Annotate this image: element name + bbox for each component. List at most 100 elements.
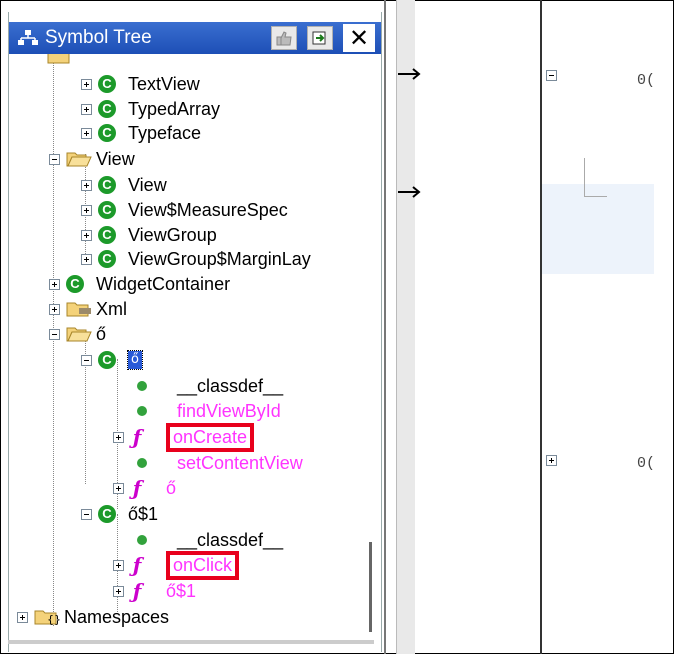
expand-icon[interactable] — [113, 585, 124, 597]
code-gutter-line — [540, 0, 542, 654]
tree-node-selected[interactable]: C ő — [81, 348, 143, 372]
collapse-icon[interactable] — [49, 153, 60, 165]
tree-node[interactable]: C ViewGroup$MarginLay — [81, 247, 311, 271]
code-text: 0( — [637, 72, 656, 89]
node-label: View — [96, 148, 135, 169]
node-label: Namespaces — [64, 606, 170, 627]
folder-open-icon — [66, 152, 92, 167]
node-label: View — [128, 174, 167, 195]
class-icon: C — [66, 275, 84, 293]
tree-node[interactable]: findViewById — [133, 399, 281, 423]
expand-icon[interactable] — [81, 127, 92, 139]
tree-node[interactable]: Xml — [49, 297, 127, 321]
symbol-tree-panel: Symbol Tree ✕ C TextView C TypedArray C … — [8, 12, 382, 652]
class-icon: C — [98, 250, 116, 268]
fold-bracket — [584, 158, 607, 197]
node-label: ViewGroup — [128, 224, 217, 245]
sync-button[interactable] — [271, 26, 297, 50]
line-highlight — [542, 184, 654, 274]
node-label: WidgetContainer — [96, 273, 231, 294]
tree-node[interactable]: C WidgetContainer — [49, 272, 230, 296]
node-label: __classdef__ — [177, 529, 284, 550]
thumbs-up-icon — [276, 31, 292, 46]
node-label: TypedArray — [128, 98, 221, 119]
tree-node[interactable]: ƒ onCreate — [113, 422, 255, 452]
symbol-tree-icon — [18, 30, 38, 45]
class-icon: C — [98, 226, 116, 244]
node-label: ő — [166, 477, 177, 498]
tree-node[interactable]: ƒ onClick — [113, 550, 240, 580]
field-icon — [137, 458, 147, 468]
folder-open-icon — [66, 327, 92, 342]
tree-node[interactable]: C View — [81, 173, 167, 197]
tree-node[interactable]: View — [49, 147, 135, 171]
namespace-folder-icon: {} — [34, 610, 60, 626]
class-icon: C — [98, 100, 116, 118]
splitter[interactable] — [396, 0, 415, 654]
tree-node[interactable]: ƒ ő$1 — [113, 579, 196, 603]
code-text: 0( — [637, 455, 656, 472]
class-icon: C — [98, 75, 116, 93]
node-label: Xml — [96, 298, 127, 319]
node-label: ő$1 — [128, 503, 159, 524]
symbol-tree[interactable]: C TextView C TypedArray C Typeface View … — [9, 54, 369, 652]
node-label-highlighted: onCreate — [166, 422, 255, 452]
collapse-icon[interactable] — [49, 328, 60, 340]
expand-icon[interactable] — [81, 103, 92, 115]
expand-icon[interactable] — [49, 278, 60, 290]
tree-node[interactable]: C TextView — [81, 72, 200, 96]
tree-node[interactable]: C TypedArray — [81, 97, 220, 121]
collapse-icon[interactable] — [81, 508, 92, 520]
field-icon — [137, 406, 147, 416]
expand-icon[interactable] — [81, 253, 92, 265]
tree-node[interactable]: ő — [49, 322, 106, 346]
node-label: __classdef__ — [177, 375, 284, 396]
expand-icon[interactable] — [113, 431, 124, 443]
node-label: ő — [96, 323, 107, 344]
class-icon: C — [98, 505, 116, 523]
node-label-highlighted: onClick — [166, 550, 240, 580]
expand-icon[interactable] — [17, 611, 28, 623]
close-button[interactable]: ✕ — [343, 24, 375, 52]
expand-icon[interactable] — [81, 204, 92, 216]
expand-icon[interactable] — [81, 179, 92, 191]
tree-node[interactable]: C ő$1 — [81, 502, 158, 526]
function-icon: ƒ — [132, 553, 142, 577]
scrollbar-thumb[interactable] — [369, 542, 372, 632]
tree-node[interactable]: ƒ ő — [113, 476, 176, 500]
expand-icon[interactable] — [49, 303, 60, 315]
close-icon: ✕ — [348, 24, 370, 52]
folder-open-icon — [47, 54, 70, 64]
class-icon: C — [98, 201, 116, 219]
class-icon: C — [98, 124, 116, 142]
function-icon: ƒ — [132, 476, 142, 500]
expand-icon[interactable] — [113, 559, 124, 571]
node-label: ViewGroup$MarginLay — [128, 248, 311, 269]
collapse-icon[interactable] — [81, 354, 92, 366]
tree-node[interactable]: __classdef__ — [133, 374, 283, 398]
collapse-icon[interactable] — [546, 70, 557, 81]
svg-text:{}: {} — [47, 613, 60, 626]
tree-node[interactable]: C ViewGroup — [81, 223, 217, 247]
tree-node[interactable]: C Typeface — [81, 121, 201, 145]
tree-node[interactable]: {} Namespaces — [17, 605, 169, 629]
panel-title: Symbol Tree — [45, 27, 152, 48]
tree-node-partial — [47, 54, 77, 68]
expand-icon[interactable] — [81, 78, 92, 90]
expand-icon[interactable] — [546, 455, 557, 466]
horizontal-scrollbar[interactable] — [8, 640, 374, 644]
splitter-line — [384, 0, 386, 654]
tree-node[interactable]: C View$MeasureSpec — [81, 198, 288, 222]
field-icon — [137, 535, 147, 545]
tree-node[interactable]: __classdef__ — [133, 528, 283, 552]
expand-icon[interactable] — [113, 482, 124, 494]
panel-titlebar: Symbol Tree ✕ — [9, 22, 381, 54]
node-label: findViewById — [177, 400, 281, 421]
refresh-button[interactable] — [307, 26, 333, 50]
expand-icon[interactable] — [81, 229, 92, 241]
arrow-right-icon — [398, 68, 421, 80]
function-icon: ƒ — [132, 425, 142, 449]
node-label: ő — [127, 350, 143, 370]
node-label: TextView — [128, 73, 200, 94]
tree-node[interactable]: setContentView — [133, 451, 303, 475]
